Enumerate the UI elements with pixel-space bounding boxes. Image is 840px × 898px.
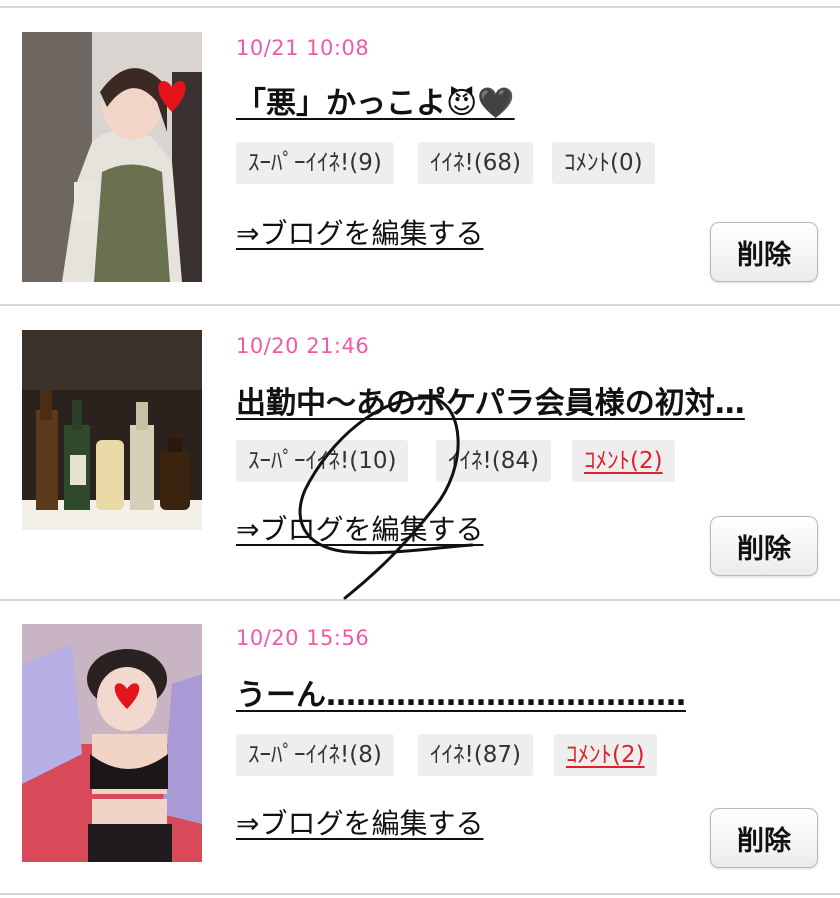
blog-thumbnail[interactable] xyxy=(22,32,202,282)
delete-button[interactable]: 削除 xyxy=(710,516,818,576)
post-title[interactable]: 出勤中〜あのポケパラ会員様の初対… xyxy=(236,378,745,422)
post-title[interactable]: うーん……………………………… xyxy=(236,670,686,714)
like-badge[interactable]: ｲｲﾈ!(84) xyxy=(436,440,551,482)
separator xyxy=(0,893,840,895)
edit-blog-link[interactable]: ⇒ブログを編集する xyxy=(236,508,483,548)
separator xyxy=(0,304,840,306)
comment-badge[interactable]: ｺﾒﾝﾄ(2) xyxy=(572,440,675,482)
comment-badge[interactable]: ｺﾒﾝﾄ(0) xyxy=(552,142,655,184)
delete-button[interactable]: 削除 xyxy=(710,808,818,868)
separator xyxy=(0,6,840,8)
blog-thumbnail[interactable] xyxy=(22,624,202,862)
post-date: 10/21 10:08 xyxy=(236,36,370,60)
edit-blog-link[interactable]: ⇒ブログを編集する xyxy=(236,212,483,252)
post-date: 10/20 21:46 xyxy=(236,334,370,358)
like-badge[interactable]: ｲｲﾈ!(87) xyxy=(418,734,533,776)
super-like-badge[interactable]: ｽｰﾊﾟｰｲｲﾈ!(9) xyxy=(236,142,394,184)
blog-thumbnail[interactable] xyxy=(22,330,202,530)
delete-button[interactable]: 削除 xyxy=(710,222,818,282)
post-date: 10/20 15:56 xyxy=(236,626,370,650)
separator xyxy=(0,599,840,601)
super-like-badge[interactable]: ｽｰﾊﾟｰｲｲﾈ!(8) xyxy=(236,734,394,776)
edit-blog-link[interactable]: ⇒ブログを編集する xyxy=(236,802,483,842)
post-title[interactable]: 「悪」かっこよ😈🖤 xyxy=(236,78,515,122)
like-badge[interactable]: ｲｲﾈ!(68) xyxy=(418,142,533,184)
super-like-badge[interactable]: ｽｰﾊﾟｰｲｲﾈ!(10) xyxy=(236,440,409,482)
comment-badge[interactable]: ｺﾒﾝﾄ(2) xyxy=(554,734,657,776)
